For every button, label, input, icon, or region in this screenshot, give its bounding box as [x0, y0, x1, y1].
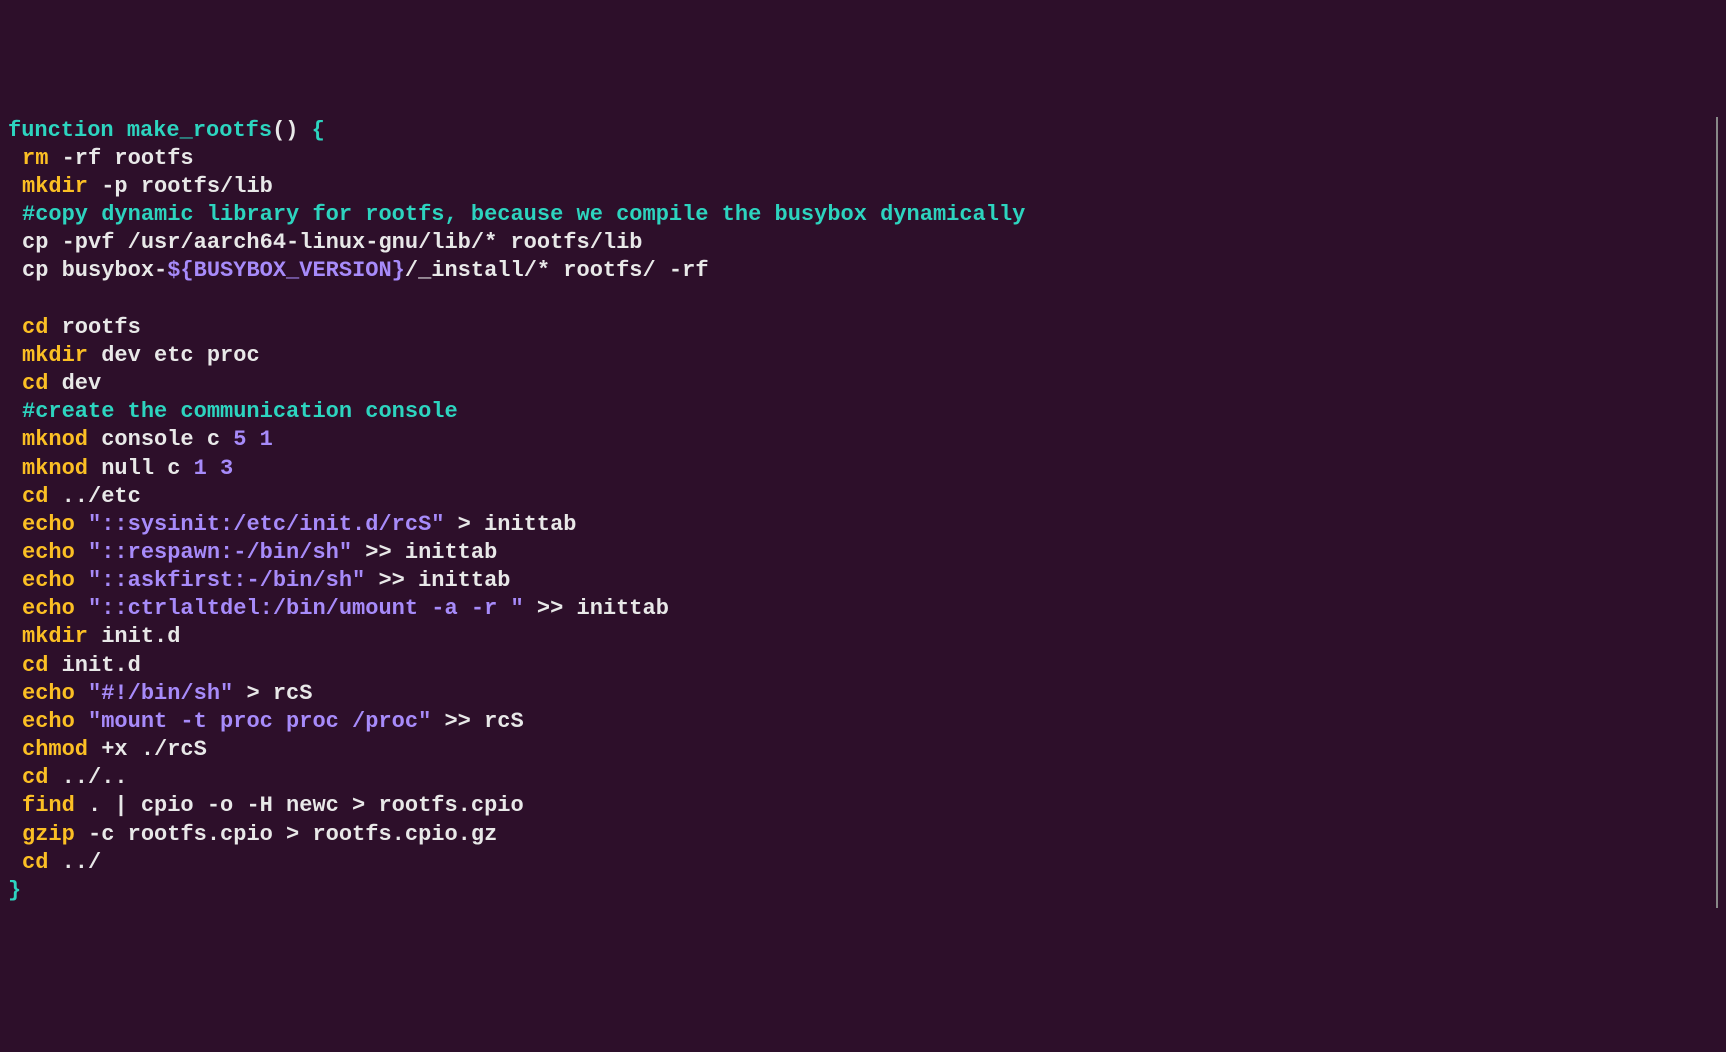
code-line: echo "#!/bin/sh" > rcS [8, 680, 1716, 708]
code-token: 5 1 [233, 427, 273, 452]
code-token: echo [22, 709, 75, 734]
code-token: init.d [48, 653, 140, 678]
code-line: cd ../.. [8, 764, 1716, 792]
code-line: rm -rf rootfs [8, 145, 1716, 173]
code-token: console c [88, 427, 233, 452]
code-token: echo [22, 540, 75, 565]
code-token: -rf rootfs [48, 146, 193, 171]
code-token: /_install/* rootfs/ -rf [405, 258, 709, 283]
code-line: gzip -c rootfs.cpio > rootfs.cpio.gz [8, 821, 1716, 849]
code-line: echo "::ctrlaltdel:/bin/umount -a -r " >… [8, 595, 1716, 623]
code-token: >> inittab [352, 540, 497, 565]
code-token: echo [22, 596, 75, 621]
code-token: 1 3 [194, 456, 234, 481]
code-line: echo "::askfirst:-/bin/sh" >> inittab [8, 567, 1716, 595]
code-token: "::askfirst:-/bin/sh" [88, 568, 365, 593]
code-token: cd [22, 484, 48, 509]
code-token: cd [22, 765, 48, 790]
code-token: > inittab [444, 512, 576, 537]
code-token: > rcS [233, 681, 312, 706]
code-token: { [312, 118, 325, 143]
code-token: ${BUSYBOX_VERSION} [167, 258, 405, 283]
code-line [8, 286, 1716, 314]
code-token: mknod [22, 456, 88, 481]
code-line: cp -pvf /usr/aarch64-linux-gnu/lib/* roo… [8, 229, 1716, 257]
code-token: cp -pvf /usr/aarch64-linux-gnu/lib/* roo… [22, 230, 643, 255]
code-token: cd [22, 371, 48, 396]
code-token: ../etc [48, 484, 140, 509]
code-token: dev etc proc [88, 343, 260, 368]
code-token: . | cpio -o -H newc > rootfs.cpio [75, 793, 524, 818]
code-line: find . | cpio -o -H newc > rootfs.cpio [8, 792, 1716, 820]
code-line: mknod console c 5 1 [8, 426, 1716, 454]
code-token: +x ./rcS [88, 737, 207, 762]
code-token: } [8, 878, 21, 903]
code-token: () [272, 118, 298, 143]
code-token: >> inittab [365, 568, 510, 593]
code-line: cd ../ [8, 849, 1716, 877]
code-token: cd [22, 850, 48, 875]
code-token: init.d [88, 624, 180, 649]
code-line: #copy dynamic library for rootfs, becaus… [8, 201, 1716, 229]
code-editor-view: function make_rootfs() {rm -rf rootfsmkd… [8, 117, 1718, 908]
code-token: >> rcS [431, 709, 523, 734]
code-token: mknod [22, 427, 88, 452]
code-token: mkdir [22, 624, 88, 649]
code-line: echo "mount -t proc proc /proc" >> rcS [8, 708, 1716, 736]
code-token: gzip [22, 822, 75, 847]
code-token [114, 118, 127, 143]
code-token [75, 709, 88, 734]
code-token [75, 681, 88, 706]
code-line: function make_rootfs() { [8, 117, 1716, 145]
code-line: echo "::respawn:-/bin/sh" >> inittab [8, 539, 1716, 567]
code-token: #copy dynamic library for rootfs, becaus… [22, 202, 1025, 227]
code-token [75, 596, 88, 621]
code-token: mkdir [22, 343, 88, 368]
code-line: chmod +x ./rcS [8, 736, 1716, 764]
code-token [75, 540, 88, 565]
code-token: echo [22, 568, 75, 593]
code-token: find [22, 793, 75, 818]
code-token: echo [22, 512, 75, 537]
code-token: echo [22, 681, 75, 706]
code-token: "::ctrlaltdel:/bin/umount -a -r " [88, 596, 524, 621]
code-token: -p rootfs/lib [88, 174, 273, 199]
code-token: ../ [48, 850, 101, 875]
code-token: rootfs [48, 315, 140, 340]
code-token: mkdir [22, 174, 88, 199]
code-line: echo "::sysinit:/etc/init.d/rcS" > initt… [8, 511, 1716, 539]
code-token: "#!/bin/sh" [88, 681, 233, 706]
code-token: rm [22, 146, 48, 171]
code-line: cd ../etc [8, 483, 1716, 511]
code-token: "::respawn:-/bin/sh" [88, 540, 352, 565]
code-token [75, 512, 88, 537]
code-line: mkdir -p rootfs/lib [8, 173, 1716, 201]
code-token: cd [22, 653, 48, 678]
code-line: } [8, 877, 1716, 905]
code-token: dev [48, 371, 101, 396]
code-line: #create the communication console [8, 398, 1716, 426]
code-token: ../.. [48, 765, 127, 790]
code-line: mkdir init.d [8, 623, 1716, 651]
code-token: -c rootfs.cpio > rootfs.cpio.gz [75, 822, 497, 847]
code-token: make_rootfs [127, 118, 272, 143]
code-line: cd rootfs [8, 314, 1716, 342]
code-token: "::sysinit:/etc/init.d/rcS" [88, 512, 444, 537]
code-token: chmod [22, 737, 88, 762]
code-token: >> inittab [524, 596, 669, 621]
code-token [298, 118, 311, 143]
code-token: "mount -t proc proc /proc" [88, 709, 431, 734]
code-line: cd init.d [8, 652, 1716, 680]
code-token: #create the communication console [22, 399, 458, 424]
code-token: cp busybox- [22, 258, 167, 283]
code-line: mkdir dev etc proc [8, 342, 1716, 370]
code-token: function [8, 118, 114, 143]
code-token: cd [22, 315, 48, 340]
code-token [75, 568, 88, 593]
code-line: cd dev [8, 370, 1716, 398]
code-token: null c [88, 456, 194, 481]
code-line: mknod null c 1 3 [8, 455, 1716, 483]
code-line: cp busybox-${BUSYBOX_VERSION}/_install/*… [8, 257, 1716, 285]
